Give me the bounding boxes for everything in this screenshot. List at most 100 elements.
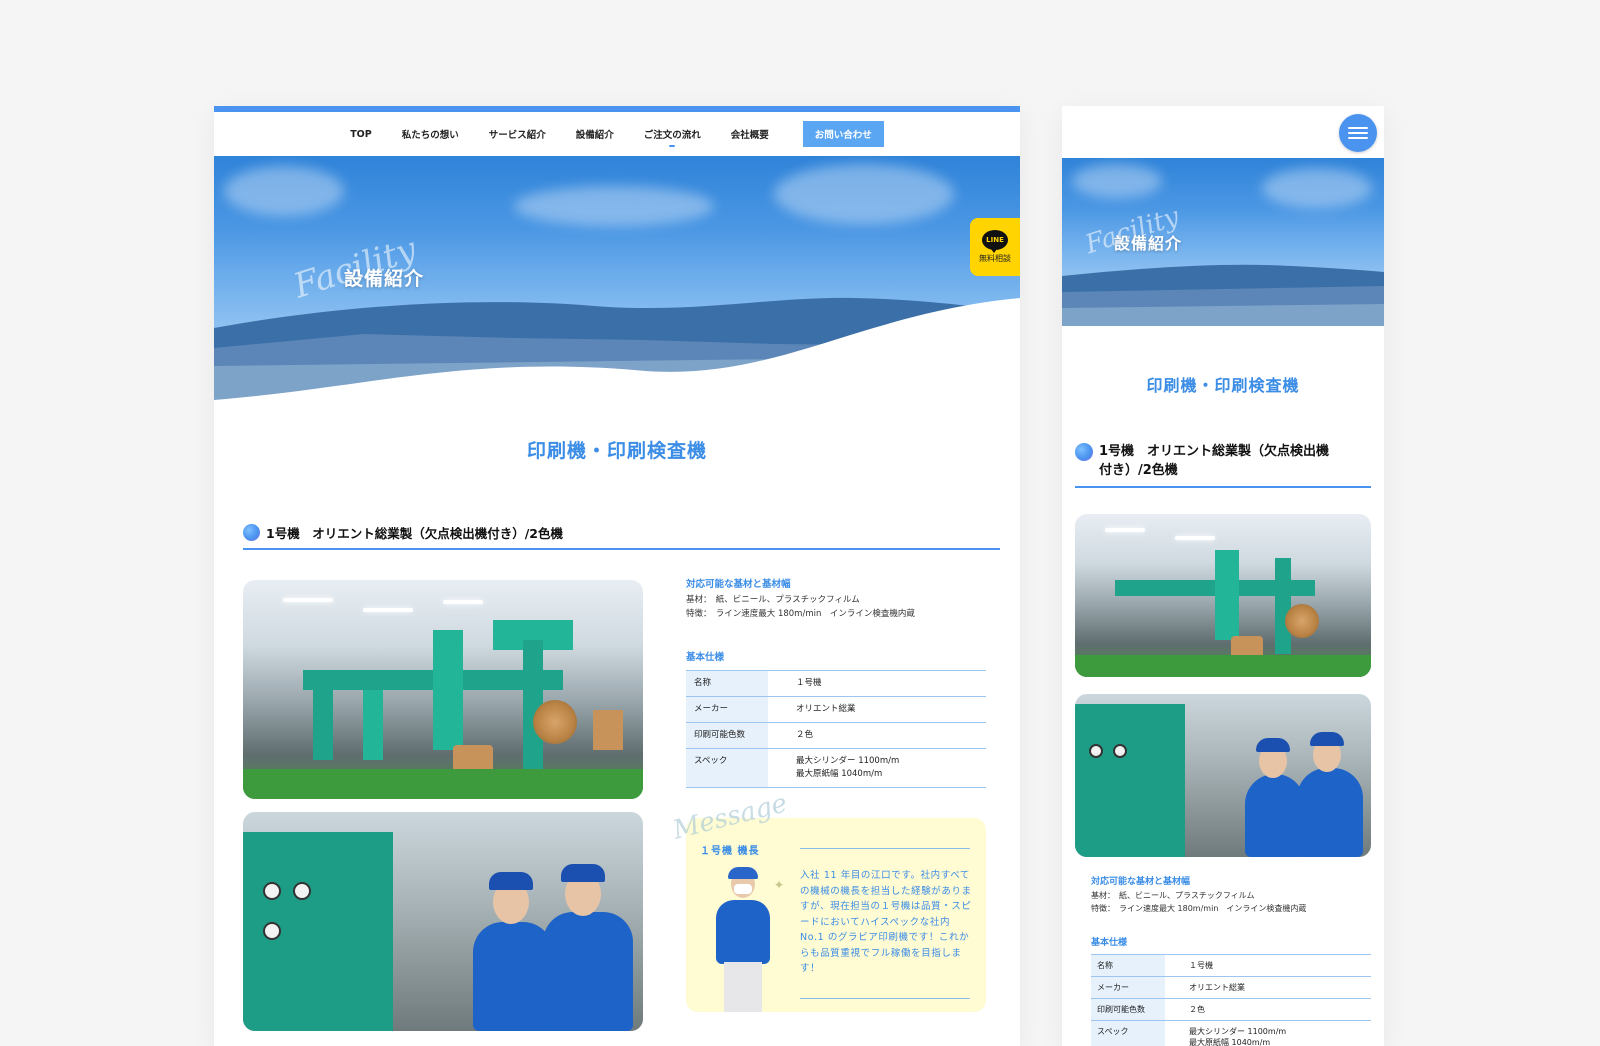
substrate-label: 対応可能な基材と基材幅 — [686, 579, 791, 590]
ceiling-light — [1105, 528, 1145, 532]
spec-value: １号機 — [768, 670, 986, 697]
message-script-text: Message — [670, 788, 791, 846]
table-row: 印刷可能色数 ２色 — [1091, 998, 1371, 1021]
cardboard-box — [593, 710, 623, 750]
section-title: 印刷機・印刷検査機 — [526, 440, 707, 462]
worker-cap — [561, 864, 605, 882]
spec-key: メーカー — [1091, 976, 1165, 999]
factory-photo — [1075, 514, 1371, 677]
ceiling-light — [443, 600, 483, 604]
gauge-icon — [263, 882, 281, 900]
machine-info: 対応可能な基材と基材幅 基材： 紙、ビニール、プラスチックフィルム 特徴： ライ… — [1091, 874, 1371, 1046]
gauge-icon — [1089, 744, 1103, 758]
spec-key: 印刷可能色数 — [1091, 998, 1165, 1021]
table-row: メーカー オリエント総業 — [686, 696, 986, 723]
figure-mask — [734, 884, 752, 894]
table-row: メーカー オリエント総業 — [1091, 976, 1371, 999]
spec-value: オリエント総業 — [768, 696, 986, 723]
hero-title: 設備紹介 — [1114, 234, 1183, 253]
heading-line: 1号機 オリエント総業製（欠点検出機 — [1099, 444, 1330, 459]
control-panel — [1075, 704, 1185, 857]
nav-order-flow[interactable]: ご注文の流れ — [644, 127, 701, 147]
table-row: スペック 最大シリンダー 1100m/m 最大原紙幅 1040m/m — [686, 748, 986, 788]
global-nav: TOP 私たちの想い サービス紹介 設備紹介 ご注文の流れ 会社概要 お問い合わ… — [214, 112, 1020, 156]
bullet-dot-icon — [243, 524, 260, 541]
sparkle-icon: ✦ — [774, 878, 785, 892]
substrate-label: 対応可能な基材と基材幅 — [1091, 877, 1191, 887]
heading-line: 付き）/2色機 — [1099, 463, 1178, 478]
nav-top[interactable]: TOP — [350, 129, 372, 140]
table-row: 名称 １号機 — [686, 670, 986, 697]
spec-label: 基本仕様 — [1091, 938, 1128, 948]
spec-label: 基本仕様 — [686, 652, 725, 663]
spec-table: 名称 １号機 メーカー オリエント総業 印刷可能色数 ２色 スペック 最大シリンダー 1… — [1091, 954, 1371, 1046]
nav-services[interactable]: サービス紹介 — [489, 127, 546, 141]
spec-key: スペック — [1091, 1020, 1165, 1046]
paper-roll — [1285, 604, 1319, 638]
mobile-header — [1062, 106, 1384, 158]
green-floor — [1075, 655, 1371, 677]
worker-body — [1245, 774, 1305, 857]
workers-photo — [1075, 694, 1371, 857]
desktop-page: TOP 私たちの想い サービス紹介 設備紹介 ご注文の流れ 会社概要 お問い合わ… — [214, 106, 1020, 1046]
spec-value: １号機 — [1165, 954, 1371, 977]
spec-key: 印刷可能色数 — [686, 722, 768, 749]
machine-frame — [1275, 558, 1291, 654]
spec-key: 名称 — [686, 670, 768, 697]
factory-photo — [243, 580, 643, 799]
machine-frame — [313, 690, 333, 760]
section-title: 印刷機・印刷検査機 — [1146, 376, 1300, 395]
message-name: １号機 機長 — [700, 846, 760, 857]
line-consult-label: 無料相談 — [979, 254, 1011, 263]
figure-legs — [724, 962, 762, 1012]
spec-key: 名称 — [1091, 954, 1165, 977]
substrate-line: 基材： 紙、ビニール、プラスチックフィルム — [1091, 891, 1255, 900]
spec-value-line: 最大シリンダー 1100m/m — [1189, 1027, 1287, 1036]
staff-figure — [708, 867, 778, 1012]
gauge-icon — [1113, 744, 1127, 758]
spec-value: オリエント総業 — [1165, 976, 1371, 999]
figure-cap — [728, 867, 758, 879]
table-row: 印刷可能色数 ２色 — [686, 722, 986, 749]
spec-value-line: 最大原紙幅 1040m/m — [1189, 1038, 1271, 1046]
machine-frame — [433, 630, 463, 750]
feature-line: 特徴： ライン速度最大 180m/min インライン検査機内蔵 — [1091, 904, 1307, 913]
machine-heading-text: 1号機 オリエント総業製（欠点検出機付き）/2色機 — [1099, 442, 1329, 480]
worker-cap — [1310, 732, 1344, 746]
hero-banner: Facility 設備紹介 — [214, 156, 1020, 400]
ceiling-light — [283, 598, 333, 602]
spec-value: ２色 — [1165, 998, 1371, 1021]
substrate-line: 基材： 紙、ビニール、プラスチックフィルム — [686, 595, 860, 605]
green-floor — [243, 769, 643, 799]
feature-line: 特徴： ライン速度最大 180m/min インライン検査機内蔵 — [686, 609, 915, 619]
worker-body — [543, 912, 633, 1031]
figure-body — [716, 900, 770, 964]
worker-cap — [489, 872, 533, 890]
gauge-icon — [293, 882, 311, 900]
divider — [800, 998, 970, 999]
nav-company[interactable]: 会社概要 — [731, 127, 769, 141]
divider — [800, 848, 970, 849]
machine-info: 対応可能な基材と基材幅 基材： 紙、ビニール、プラスチックフィルム 特徴： ライ… — [686, 576, 986, 788]
machine-heading-text: 1号機 オリエント総業製（欠点検出機付き）/2色機 — [266, 526, 563, 541]
staff-message-card: Message １号機 機長 ✦ 入社 11 年目の江口です。社内すべての機械の… — [670, 788, 986, 1012]
worker-body — [1297, 768, 1363, 857]
menu-icon[interactable] — [1339, 114, 1377, 152]
contact-button[interactable]: お問い合わせ — [802, 121, 884, 147]
spec-key: メーカー — [686, 696, 768, 723]
spec-key: スペック — [686, 748, 768, 788]
spec-value: ２色 — [768, 722, 986, 749]
spec-table: 名称 １号機 メーカー オリエント総業 印刷可能色数 ２色 スペック 最大シリンダー 1… — [686, 670, 986, 788]
nav-philosophy[interactable]: 私たちの想い — [402, 127, 459, 141]
table-row: スペック 最大シリンダー 1100m/m 最大原紙幅 1040m/m — [1091, 1020, 1371, 1046]
spec-value: 最大シリンダー 1100m/m 最大原紙幅 1040m/m — [1165, 1020, 1371, 1046]
spec-value-line: 最大原紙幅 1040m/m — [796, 769, 883, 779]
paper-roll — [533, 700, 577, 744]
worker-body — [473, 922, 553, 1031]
table-row: 名称 １号機 — [1091, 954, 1371, 977]
spec-value-line: 最大シリンダー 1100m/m — [796, 756, 900, 766]
bullet-dot-icon — [1075, 443, 1093, 461]
nav-facility[interactable]: 設備紹介 — [576, 127, 614, 141]
line-consult-tab[interactable]: LINE 無料相談 — [970, 218, 1020, 276]
machine-heading: 1号機 オリエント総業製（欠点検出機付き）/2色機 — [1075, 442, 1371, 488]
